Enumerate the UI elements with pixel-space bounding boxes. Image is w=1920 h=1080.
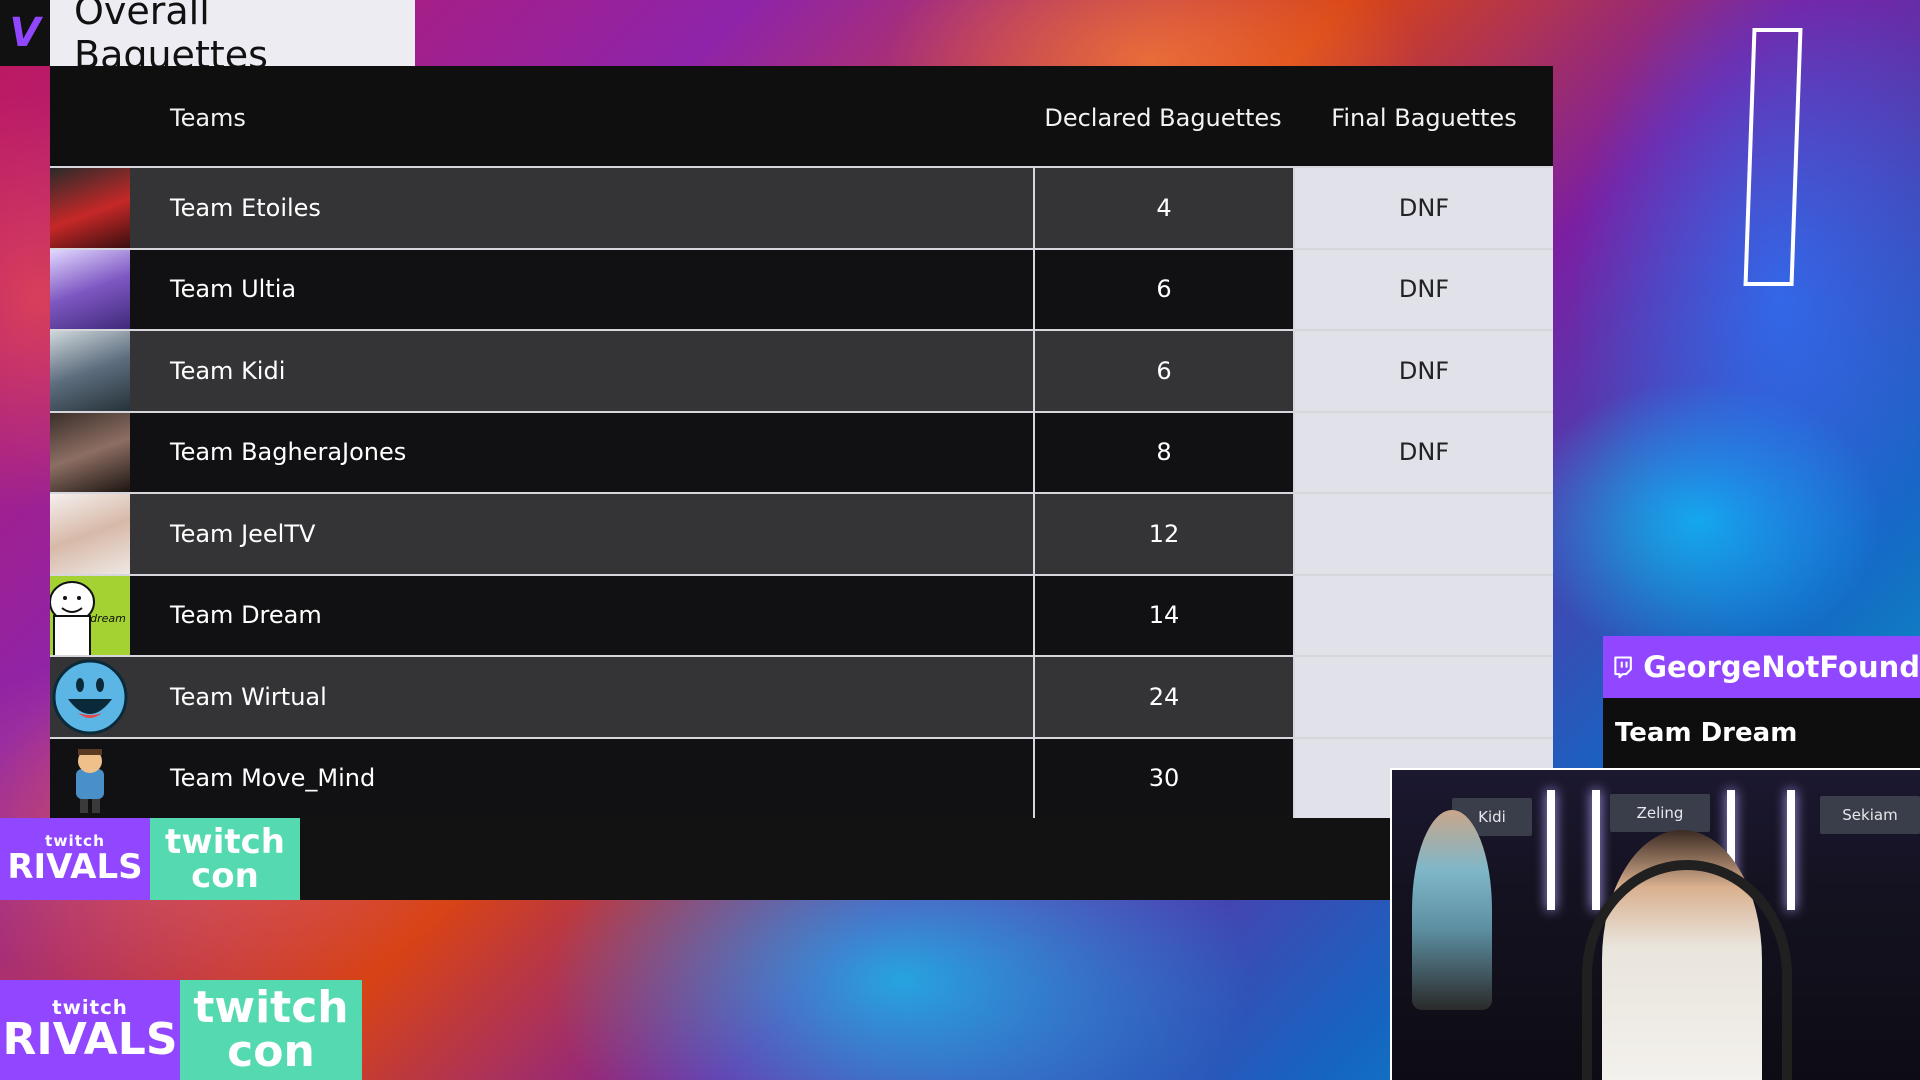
column-header-teams: Teams <box>170 104 246 132</box>
table-body: Team Etoiles 4 DNF Team Ultia 6 DNF Team… <box>50 166 1553 818</box>
declared-value: 8 <box>1033 412 1293 492</box>
streamer-team: Team Dream <box>1615 718 1798 748</box>
declared-value: 24 <box>1033 657 1293 737</box>
dream-mask-icon: dream <box>50 580 126 655</box>
final-value <box>1293 494 1553 574</box>
empty-frame <box>1743 28 1803 286</box>
standings-table: Teams Declared Baguettes Final Baguettes… <box>50 66 1553 818</box>
declared-value: 14 <box>1033 575 1293 655</box>
team-name: Team Etoiles <box>130 168 1033 248</box>
led-light <box>1547 790 1555 910</box>
declared-value: 12 <box>1033 494 1293 574</box>
final-value: DNF <box>1293 168 1553 248</box>
declared-value: 6 <box>1033 249 1293 329</box>
team-avatar <box>50 738 130 818</box>
declared-value: 6 <box>1033 331 1293 411</box>
twitch-rivals-logo: twitch RIVALS <box>0 818 150 900</box>
table-row: Team Wirtual 24 <box>50 655 1553 737</box>
table-row: dream Team Dream 14 <box>50 573 1553 655</box>
twitchcon-logo: twitch con <box>150 818 300 900</box>
team-name: Team JeelTV <box>130 494 1033 574</box>
streamer-team-bar: Team Dream <box>1603 698 1920 768</box>
team-avatar <box>50 331 130 411</box>
background-person <box>1412 810 1492 1010</box>
brand-logo: V <box>0 0 50 66</box>
column-header-final: Final Baguettes <box>1331 104 1517 132</box>
team-name: Team Move_Mind <box>130 738 1033 818</box>
team-avatar <box>50 168 130 248</box>
final-value: DNF <box>1293 412 1553 492</box>
gaming-chair <box>1582 860 1792 1080</box>
team-name: Team BagheraJones <box>130 412 1033 492</box>
team-avatar: dream <box>50 575 130 655</box>
table-row: Team BagheraJones 8 DNF <box>50 410 1553 492</box>
brand-logo-letter: V <box>9 10 41 56</box>
nameplate: Zeling <box>1610 794 1710 832</box>
table-row: Team Kidi 6 DNF <box>50 329 1553 411</box>
final-value: DNF <box>1293 249 1553 329</box>
final-value <box>1293 575 1553 655</box>
table-header: Teams Declared Baguettes Final Baguettes <box>50 66 1553 166</box>
team-name: Team Kidi <box>130 331 1033 411</box>
smiley-face-icon <box>52 659 128 735</box>
streamer-name: GeorgeNotFound <box>1643 650 1920 684</box>
table-row: Team Move_Mind 30 <box>50 736 1553 818</box>
team-avatar <box>50 494 130 574</box>
team-avatar <box>50 657 130 737</box>
table-row: Team Etoiles 4 DNF <box>50 166 1553 248</box>
twitch-icon <box>1614 656 1632 679</box>
declared-value: 30 <box>1033 738 1293 818</box>
declared-value: 4 <box>1033 168 1293 248</box>
team-name: Team Ultia <box>130 249 1033 329</box>
title-banner: Overall Baguettes <box>50 0 415 77</box>
final-value <box>1293 657 1553 737</box>
table-row: Team JeelTV 12 <box>50 492 1553 574</box>
team-avatar <box>50 249 130 329</box>
team-name: Team Dream <box>130 575 1033 655</box>
character-icon <box>76 748 104 813</box>
led-light <box>1787 790 1795 910</box>
final-value: DNF <box>1293 331 1553 411</box>
table-row: Team Ultia 6 DNF <box>50 247 1553 329</box>
twitch-rivals-logo-large: twitch RIVALS <box>0 980 180 1080</box>
streamer-bar: GeorgeNotFound <box>1603 636 1920 698</box>
twitchcon-logo-large: twitch con <box>180 980 362 1080</box>
svg-text:dream: dream <box>90 612 126 625</box>
column-header-declared: Declared Baguettes <box>1044 104 1282 132</box>
team-avatar <box>50 412 130 492</box>
nameplate: Sekiam <box>1820 796 1920 834</box>
webcam-feed: Kidi Zeling Sekiam <box>1390 768 1920 1080</box>
led-light <box>1592 790 1600 910</box>
team-name: Team Wirtual <box>130 657 1033 737</box>
